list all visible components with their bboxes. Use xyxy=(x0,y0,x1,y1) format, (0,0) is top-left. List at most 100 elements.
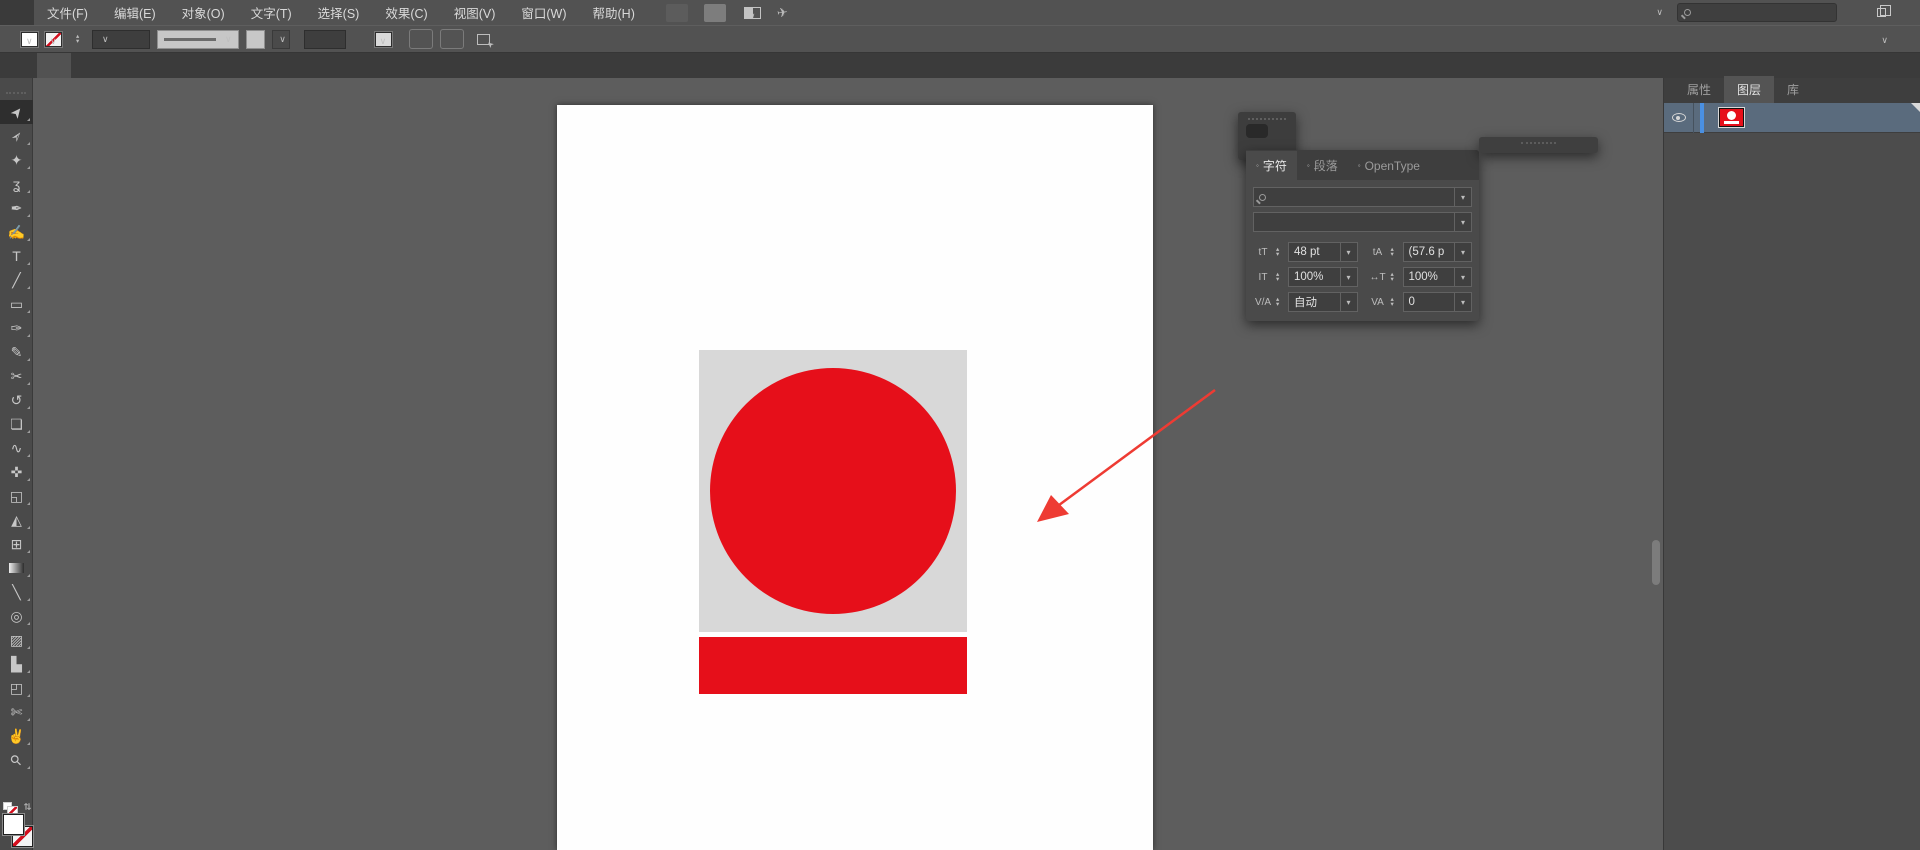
arrange-documents-icon[interactable] xyxy=(743,6,761,19)
direct-selection-tool[interactable]: ➣ xyxy=(0,124,33,148)
vertical-scale-field[interactable]: IT ▴ ▾ 100% ▾ xyxy=(1253,267,1358,287)
rotate-tool[interactable]: ↺ xyxy=(0,388,33,412)
atm-logo-gray-square[interactable] xyxy=(699,350,967,632)
slice-tool[interactable]: ✄ xyxy=(0,700,33,724)
workspace-switcher[interactable] xyxy=(1652,7,1663,18)
tools-collapse-icon[interactable] xyxy=(0,78,32,90)
value-stepper[interactable]: ▴ ▾ xyxy=(1276,271,1285,283)
fill-color-swatch[interactable] xyxy=(21,31,38,47)
scissors-tool[interactable]: ✂ xyxy=(0,364,33,388)
preferences-button[interactable] xyxy=(439,29,464,49)
style-swatch[interactable] xyxy=(374,31,392,47)
dock-tab-libraries[interactable]: 库 xyxy=(1774,76,1812,103)
char-panel-tab-paragraph[interactable]: ◦ 段落 xyxy=(1297,151,1348,180)
value-stepper[interactable]: ▴ ▾ xyxy=(1276,296,1285,308)
dock-tab-properties[interactable]: 属性 xyxy=(1674,76,1724,103)
char-panel-tab-opentype[interactable]: ◦ OpenType xyxy=(1348,151,1430,180)
menu-file[interactable]: 文件(F) xyxy=(34,0,101,25)
stroke-color-swatch[interactable] xyxy=(45,31,62,47)
gradient-tool[interactable] xyxy=(0,556,33,580)
line-segment-tool[interactable]: ╱ xyxy=(0,268,33,292)
fill-swatch[interactable] xyxy=(3,814,24,835)
stock-search-input[interactable] xyxy=(1677,3,1837,22)
type-tool[interactable]: T xyxy=(0,244,33,268)
menu-type[interactable]: 文字(T) xyxy=(238,0,305,25)
font-size-field[interactable]: tT ▴ ▾ 48 pt ▾ xyxy=(1253,242,1358,262)
value-stepper[interactable]: ▴ ▾ xyxy=(1391,246,1400,258)
menu-window[interactable]: 窗口(W) xyxy=(508,0,579,25)
stroke-weight-stepper[interactable]: ▴ ▾ xyxy=(76,33,85,45)
selection-tool[interactable]: ➤ xyxy=(0,100,33,124)
kerning-field[interactable]: V/A ▴ ▾ 自动 ▾ xyxy=(1253,292,1358,312)
leading-field[interactable]: tA ▴ ▾ (57.6 p ▾ xyxy=(1368,242,1472,262)
panel-grip[interactable] xyxy=(1248,118,1286,120)
layer-row[interactable] xyxy=(1664,102,1920,133)
align-options-icon[interactable] xyxy=(476,33,490,45)
default-fill-stroke-icon[interactable] xyxy=(3,802,18,816)
dropdown-icon[interactable]: ▾ xyxy=(1339,293,1357,311)
restore-button[interactable] xyxy=(1877,5,1891,17)
stock-icon[interactable] xyxy=(703,3,726,22)
dropdown-icon[interactable]: ▾ xyxy=(1339,268,1357,286)
width-tool[interactable]: ∿ xyxy=(0,436,33,460)
horizontal-scale-field[interactable]: ↔T ▴ ▾ 100% ▾ xyxy=(1368,267,1472,287)
dropdown-icon[interactable]: ▾ xyxy=(1454,293,1471,311)
document-tab[interactable] xyxy=(37,53,71,78)
magic-wand-tool[interactable]: ✦ xyxy=(0,148,33,172)
hand-tool[interactable]: ✌ xyxy=(0,724,33,748)
swap-fill-stroke-icon[interactable]: ⇄ xyxy=(22,803,33,811)
layer-thumbnail[interactable] xyxy=(1719,108,1744,127)
width-profile-dropdown[interactable] xyxy=(157,29,239,49)
menu-view[interactable]: 视图(V) xyxy=(441,0,509,25)
artboard[interactable] xyxy=(557,105,1153,850)
pencil-tool[interactable]: ✎ xyxy=(0,340,33,364)
lasso-tool[interactable]: ʓ xyxy=(0,172,33,196)
rectangle-tool[interactable]: ▭ xyxy=(0,292,33,316)
font-family-dropdown-icon[interactable]: ▾ xyxy=(1454,188,1471,206)
stroke-weight-field[interactable] xyxy=(92,29,150,49)
vertical-scrollbar[interactable] xyxy=(1652,540,1660,585)
pen-tool[interactable]: ✒ xyxy=(0,196,33,220)
font-style-dropdown-icon[interactable]: ▾ xyxy=(1454,213,1471,231)
brush-dropdown-arrow[interactable] xyxy=(271,29,290,49)
scale-tool[interactable]: ❏ xyxy=(0,412,33,436)
symbol-sprayer-tool[interactable]: ▨ xyxy=(0,628,33,652)
atm-logo-band[interactable] xyxy=(699,637,967,694)
shape-builder-tool[interactable]: ◱ xyxy=(0,484,33,508)
font-style-field[interactable]: ▾ xyxy=(1253,212,1472,232)
layer-visibility-cell[interactable] xyxy=(1664,102,1694,133)
opacity-field[interactable] xyxy=(303,29,346,49)
eyedropper-tool[interactable]: ╲ xyxy=(0,580,33,604)
paintbrush-tool[interactable]: ✑ xyxy=(0,316,33,340)
panel-grip[interactable] xyxy=(1521,142,1556,144)
menu-help[interactable]: 帮助(H) xyxy=(580,0,648,25)
tracking-field[interactable]: VA ▴ ▾ 0 ▾ xyxy=(1368,292,1472,312)
bridge-icon[interactable] xyxy=(665,3,688,22)
column-graph-tool[interactable]: ▙ xyxy=(0,652,33,676)
zoom-tool[interactable]: ⚲ xyxy=(0,748,33,772)
value-stepper[interactable]: ▴ ▾ xyxy=(1391,296,1400,308)
atm-logo-circle[interactable] xyxy=(710,368,956,614)
value-stepper[interactable]: ▴ ▾ xyxy=(1276,246,1285,258)
puppet-warp-tool[interactable]: ✜ xyxy=(0,460,33,484)
brush-definition-dropdown[interactable] xyxy=(245,29,265,49)
perspective-grid-tool[interactable]: ◭ xyxy=(0,508,33,532)
dropdown-icon[interactable]: ▾ xyxy=(1454,243,1471,261)
mesh-tool[interactable]: ⊞ xyxy=(0,532,33,556)
menu-object[interactable]: 对象(O) xyxy=(169,0,238,25)
panel-dock-icon[interactable] xyxy=(1877,32,1888,46)
dropdown-icon[interactable]: ▾ xyxy=(1454,268,1471,286)
value-stepper[interactable]: ▴ ▾ xyxy=(1391,271,1400,283)
blend-tool[interactable]: ◎ xyxy=(0,604,33,628)
document-setup-button[interactable] xyxy=(408,29,433,49)
dropdown-icon[interactable]: ▾ xyxy=(1339,243,1357,261)
gpu-performance-icon[interactable]: ✈ xyxy=(776,4,789,21)
dock-tab-layers[interactable]: 图层 xyxy=(1724,76,1775,103)
tools-grip[interactable] xyxy=(6,92,26,96)
menu-edit[interactable]: 编辑(E) xyxy=(101,0,169,25)
font-family-field[interactable]: ▾ xyxy=(1253,187,1472,207)
curvature-tool[interactable]: ✍ xyxy=(0,220,33,244)
char-panel-tab-character[interactable]: ◦ 字符 xyxy=(1246,151,1297,180)
menu-select[interactable]: 选择(S) xyxy=(305,0,373,25)
artboard-tool[interactable]: ◰ xyxy=(0,676,33,700)
